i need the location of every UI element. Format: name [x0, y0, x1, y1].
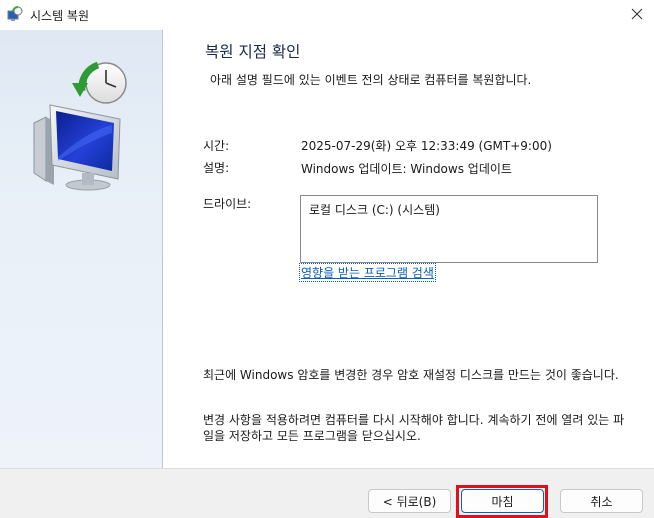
list-item: 로컬 디스크 (C:) (시스템) — [309, 203, 440, 217]
time-label: 시간: — [203, 139, 230, 153]
computer-restore-clock-icon — [28, 61, 138, 191]
system-restore-icon — [7, 6, 23, 22]
page-subtitle: 아래 설명 필드에 있는 이벤트 전의 상태로 컴퓨터를 복원합니다. — [210, 73, 532, 87]
close-icon — [631, 8, 643, 23]
main-content: 복원 지점 확인 아래 설명 필드에 있는 이벤트 전의 상태로 컴퓨터를 복원… — [163, 30, 654, 468]
drives-label: 드라이브: — [203, 197, 252, 211]
affected-programs-link[interactable]: 영향을 받는 프로그램 검색 — [299, 263, 436, 282]
title-bar: 시스템 복원 — [0, 0, 654, 30]
description-value: Windows 업데이트: Windows 업데이트 — [301, 162, 512, 176]
drives-list[interactable]: 로컬 디스크 (C:) (시스템) — [300, 195, 598, 263]
restart-note: 변경 사항을 적용하려면 컴퓨터를 다시 시작해야 합니다. 계속하기 전에 열… — [203, 413, 625, 443]
page-title: 복원 지점 확인 — [205, 43, 301, 61]
time-value: 2025-07-29(화) 오후 12:33:49 (GMT+9:00) — [301, 139, 552, 153]
window-title: 시스템 복원 — [30, 9, 90, 23]
password-note: 최근에 Windows 암호를 변경한 경우 암호 재설정 디스크를 만드는 것… — [203, 368, 619, 382]
finish-button[interactable]: 마침 — [461, 489, 544, 513]
back-button[interactable]: < 뒤로(B) — [368, 489, 451, 513]
button-bar: < 뒤로(B) 마침 취소 — [0, 468, 654, 518]
cancel-button[interactable]: 취소 — [560, 489, 643, 513]
sidebar-panel — [0, 30, 163, 468]
close-button[interactable] — [620, 0, 654, 30]
description-label: 설명: — [203, 161, 230, 175]
